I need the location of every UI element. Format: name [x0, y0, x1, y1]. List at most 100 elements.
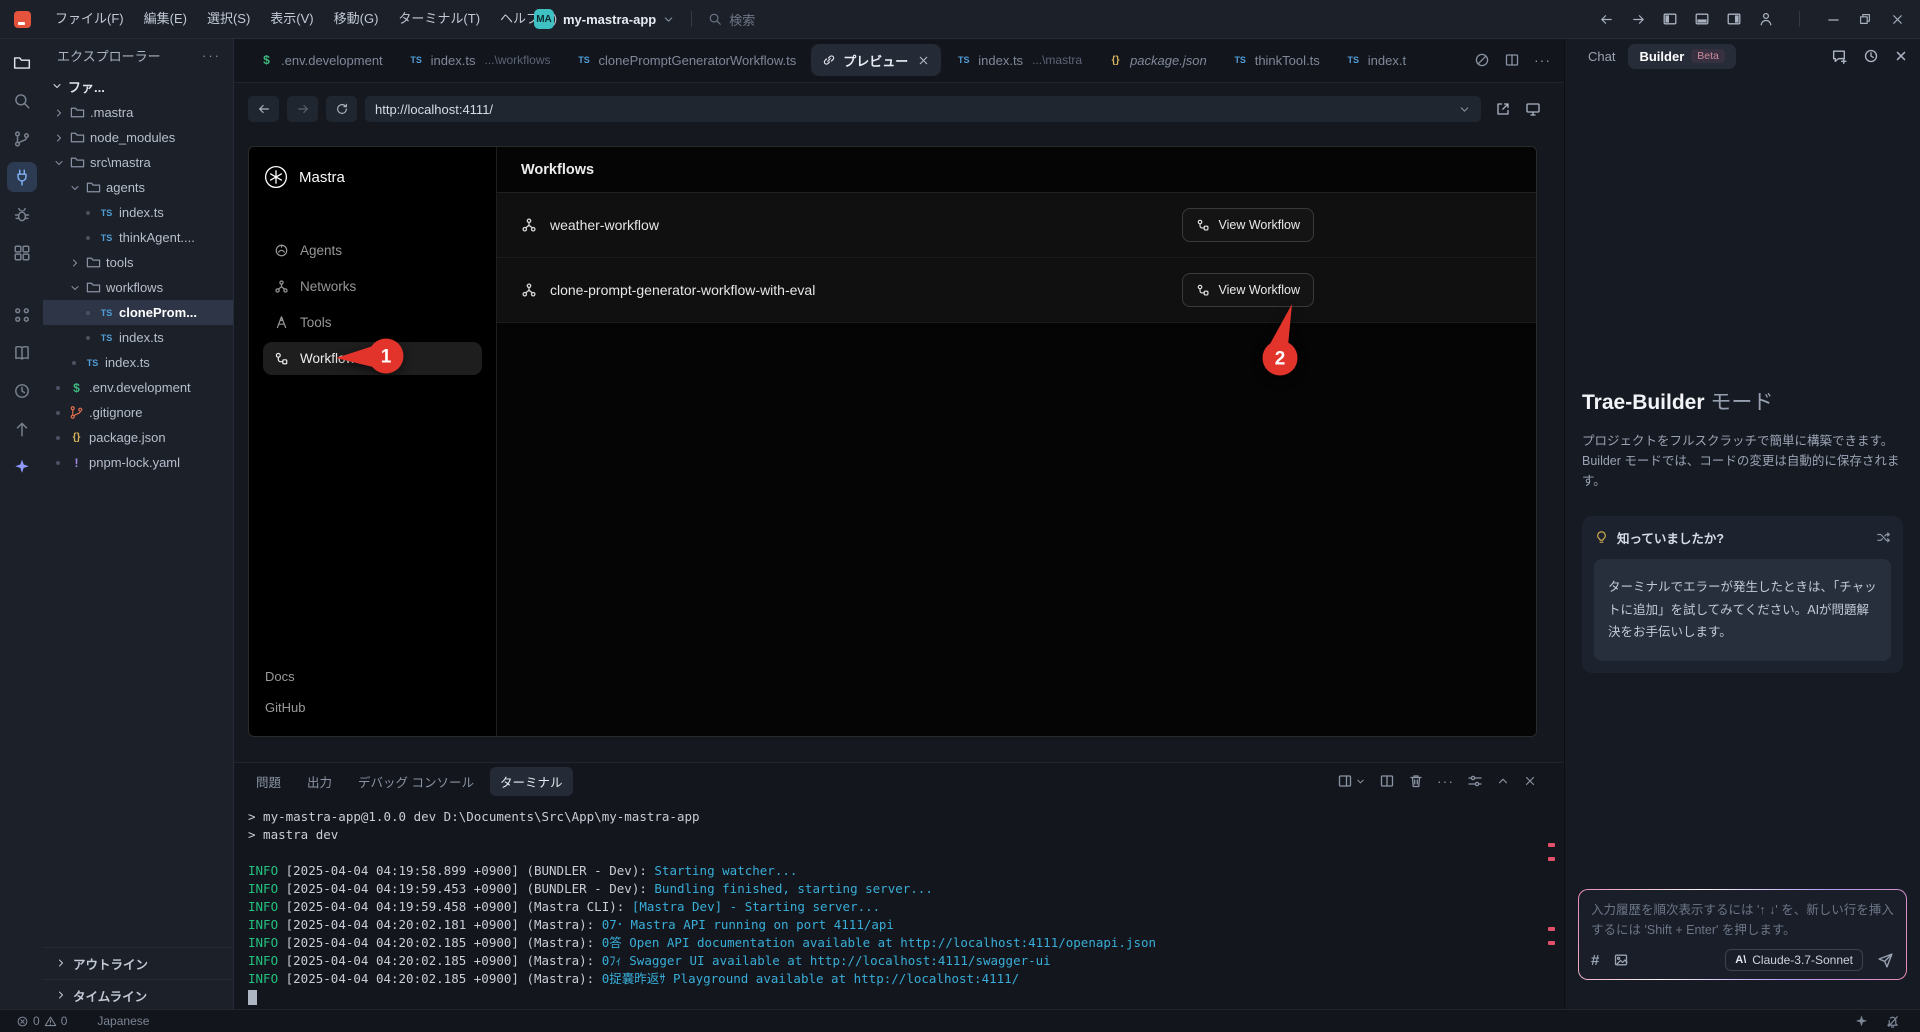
- workflow-row-weather[interactable]: weather-workflow View Workflow: [497, 193, 1536, 258]
- send-icon[interactable]: [1877, 952, 1894, 969]
- close-panel-icon[interactable]: [1523, 774, 1537, 788]
- tree-file-agents-index[interactable]: TS index.ts: [43, 200, 233, 225]
- activity-search[interactable]: [7, 86, 37, 116]
- activity-source-control[interactable]: [7, 124, 37, 154]
- split-editor-icon[interactable]: [1504, 52, 1520, 68]
- toggle-left-sidebar-button[interactable]: [1655, 4, 1685, 34]
- tab-debug-console[interactable]: デバッグ コンソール: [348, 767, 484, 796]
- tab-chat[interactable]: Chat: [1577, 44, 1626, 69]
- menu-file[interactable]: ファイル(F): [45, 0, 134, 38]
- tree-file-src-index[interactable]: TS index.ts: [43, 350, 233, 375]
- chat-input-box[interactable]: 入力履歴を順次表示するには '↑ ↓' を、新しい行を挿入するには 'Shift…: [1578, 889, 1907, 980]
- explorer-section-header[interactable]: ファ...: [43, 72, 233, 100]
- tree-file-clone-prompt[interactable]: TS cloneProm...: [43, 300, 233, 325]
- split-terminal-icon[interactable]: [1379, 773, 1395, 789]
- maximize-panel-icon[interactable]: [1496, 774, 1510, 788]
- restore-button[interactable]: [1850, 4, 1880, 34]
- tab-clone-prompt-workflow[interactable]: TS clonePromptGeneratorWorkflow.ts: [564, 38, 810, 82]
- terminal-settings-icon[interactable]: [1467, 773, 1483, 789]
- open-external-icon[interactable]: [1495, 101, 1511, 117]
- docs-link[interactable]: Docs: [265, 669, 295, 684]
- new-terminal-button[interactable]: [1337, 773, 1366, 789]
- tree-folder-node-modules[interactable]: node_modules: [43, 125, 233, 150]
- history-back-button[interactable]: [1591, 4, 1621, 34]
- close-icon[interactable]: [1894, 49, 1908, 63]
- tab-preview[interactable]: プレビュー: [811, 44, 941, 76]
- context-hash-button[interactable]: #: [1591, 952, 1599, 969]
- tab-env-development[interactable]: $ .env.development: [246, 38, 396, 82]
- minimize-button[interactable]: [1818, 4, 1848, 34]
- global-search[interactable]: 検索: [708, 10, 755, 29]
- tree-file-workflows-index[interactable]: TS index.ts: [43, 325, 233, 350]
- tree-folder-mastra-hidden[interactable]: .mastra: [43, 100, 233, 125]
- device-preview-icon[interactable]: [1525, 101, 1541, 117]
- tab-output[interactable]: 出力: [297, 767, 342, 796]
- sparkle-icon[interactable]: [1854, 1014, 1869, 1029]
- browser-refresh-button[interactable]: [326, 96, 357, 122]
- tree-folder-src-mastra[interactable]: src\mastra: [43, 150, 233, 175]
- shuffle-icon[interactable]: [1876, 530, 1891, 545]
- activity-explorer[interactable]: [7, 48, 37, 78]
- history-forward-button[interactable]: [1623, 4, 1653, 34]
- menu-go[interactable]: 移動(G): [324, 0, 389, 38]
- github-link[interactable]: GitHub: [265, 700, 305, 715]
- project-switcher[interactable]: MA my-mastra-app 検索: [534, 0, 755, 38]
- tab-think-tool[interactable]: TS thinkTool.ts: [1220, 38, 1333, 82]
- more-actions-icon[interactable]: ···: [1437, 773, 1454, 789]
- activity-ai[interactable]: [7, 452, 37, 482]
- more-actions-icon[interactable]: ···: [202, 48, 221, 63]
- model-selector[interactable]: A\ Claude-3.7-Sonnet: [1725, 949, 1863, 971]
- tab-problems[interactable]: 問題: [246, 767, 291, 796]
- tree-file-think-agent[interactable]: TS thinkAgent....: [43, 225, 233, 250]
- tree-file-env[interactable]: $ .env.development: [43, 375, 233, 400]
- history-icon[interactable]: [1863, 48, 1879, 64]
- menu-edit[interactable]: 編集(E): [134, 0, 197, 38]
- account-button[interactable]: [1751, 4, 1781, 34]
- activity-debug[interactable]: [7, 200, 37, 230]
- activity-preview[interactable]: [7, 162, 37, 192]
- nav-networks[interactable]: Networks: [263, 270, 482, 303]
- tree-file-gitignore[interactable]: .gitignore: [43, 400, 233, 425]
- attach-image-icon[interactable]: [1613, 952, 1629, 968]
- tab-package-json[interactable]: {} package.json: [1095, 38, 1220, 82]
- kill-terminal-icon[interactable]: [1408, 773, 1424, 789]
- activity-history[interactable]: [7, 376, 37, 406]
- workflow-row-clone-prompt[interactable]: clone-prompt-generator-workflow-with-eva…: [497, 258, 1536, 323]
- toggle-right-sidebar-button[interactable]: [1719, 4, 1749, 34]
- nav-agents[interactable]: Agents: [263, 234, 482, 267]
- tree-folder-agents[interactable]: agents: [43, 175, 233, 200]
- tab-builder[interactable]: Builder Beta: [1628, 44, 1735, 69]
- app-logo[interactable]: [14, 11, 31, 28]
- tree-folder-workflows[interactable]: workflows: [43, 275, 233, 300]
- activity-deploy[interactable]: [7, 414, 37, 444]
- menu-view[interactable]: 表示(V): [260, 0, 323, 38]
- tab-index-mastra[interactable]: TS index.ts ...\mastra: [943, 38, 1095, 82]
- close-icon[interactable]: [917, 54, 930, 67]
- toggle-bottom-panel-button[interactable]: [1687, 4, 1717, 34]
- tree-file-pnpm-lock[interactable]: ! pnpm-lock.yaml: [43, 450, 233, 475]
- address-bar[interactable]: http://localhost:4111/: [365, 96, 1481, 122]
- outline-section[interactable]: アウトライン: [43, 947, 233, 978]
- language-indicator[interactable]: Japanese: [97, 1014, 149, 1028]
- more-actions-icon[interactable]: ···: [1534, 52, 1551, 68]
- menu-selection[interactable]: 選択(S): [197, 0, 260, 38]
- terminal-output[interactable]: > my-mastra-app@1.0.0 dev D:\Documents\S…: [234, 799, 1565, 1005]
- tab-terminal[interactable]: ターミナル: [490, 767, 573, 796]
- browser-back-button[interactable]: [248, 96, 279, 122]
- tab-index-clipped[interactable]: TS index.t: [1333, 38, 1419, 82]
- menu-terminal[interactable]: ターミナル(T): [388, 0, 490, 38]
- tree-file-package-json[interactable]: {} package.json: [43, 425, 233, 450]
- browser-forward-button[interactable]: [287, 96, 318, 122]
- tab-index-workflows[interactable]: TS index.ts ...\workflows: [396, 38, 564, 82]
- tree-folder-tools[interactable]: tools: [43, 250, 233, 275]
- view-workflow-button[interactable]: View Workflow: [1182, 208, 1314, 242]
- problems-status[interactable]: 0 0: [12, 1014, 71, 1028]
- timeline-section[interactable]: タイムライン: [43, 979, 233, 1010]
- close-window-button[interactable]: [1882, 4, 1912, 34]
- activity-docs[interactable]: [7, 338, 37, 368]
- chevron-down-icon[interactable]: [1458, 103, 1471, 116]
- run-preview-icon[interactable]: [1474, 52, 1490, 68]
- new-chat-icon[interactable]: [1831, 48, 1848, 65]
- activity-apps[interactable]: [7, 300, 37, 330]
- activity-extensions[interactable]: [7, 238, 37, 268]
